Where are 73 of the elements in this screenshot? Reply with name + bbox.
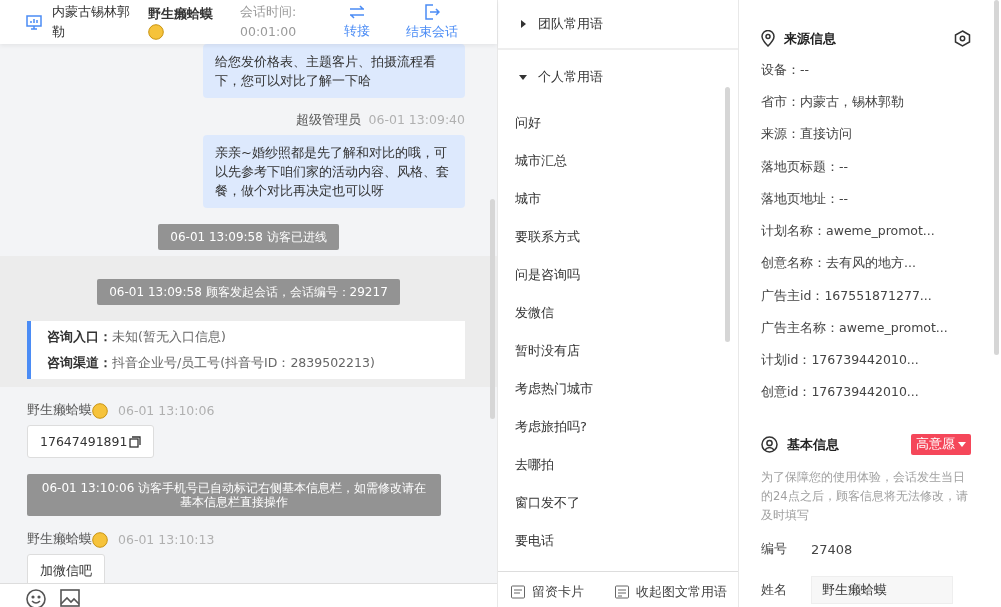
lead-card-button[interactable]: 留资卡片 bbox=[509, 584, 584, 600]
message-time: 06-01 13:10:06 bbox=[118, 403, 215, 418]
session-time: 00:01:00 bbox=[240, 23, 298, 41]
info-row-text: 创意id：176739442010... bbox=[761, 383, 920, 402]
info-row-text: 计划名称：aweme_promot... bbox=[761, 222, 936, 241]
phrase-group-header[interactable]: 个人常用语 bbox=[498, 50, 738, 104]
message-time: 06-01 13:09:40 bbox=[368, 112, 465, 129]
message-time: 06-01 13:10:13 bbox=[118, 532, 215, 547]
info-row-text: 计划id：176739442010... bbox=[761, 350, 920, 369]
sender-name: 超级管理员 bbox=[295, 112, 361, 129]
visitor-location: 内蒙古锡林郭勒 bbox=[52, 3, 131, 41]
phrase-item[interactable]: 发微信 bbox=[498, 294, 738, 332]
field-value: 27408 bbox=[811, 541, 853, 557]
emoji-icon bbox=[92, 402, 108, 419]
phrase-item[interactable]: 窗口发不了 bbox=[498, 484, 738, 522]
phrase-item[interactable]: 考虑旅拍吗? bbox=[498, 408, 738, 446]
sender-name: 野生癞蛤蟆 bbox=[27, 402, 108, 419]
phrase-item[interactable]: 要电话 bbox=[498, 522, 738, 560]
info-row-text: 省市：内蒙古，锡林郭勒 bbox=[761, 93, 905, 112]
monitor-icon bbox=[26, 14, 42, 30]
swap-icon bbox=[349, 4, 365, 19]
visitor-name: 野生癞蛤蟆 bbox=[148, 4, 224, 40]
phrase-item[interactable]: 要联系方式 bbox=[498, 218, 738, 256]
phrase-item[interactable]: 考虑热门城市 bbox=[498, 370, 738, 408]
emoji-icon bbox=[148, 24, 164, 40]
collapse-button[interactable]: 收起图文常用语 bbox=[613, 584, 727, 600]
info-row-text: 广告主id：167551871277... bbox=[761, 286, 933, 305]
system-notice: 06-01 13:09:58 访客已进线 bbox=[158, 224, 339, 250]
location-pin-icon bbox=[761, 30, 775, 48]
exit-icon bbox=[424, 3, 440, 20]
scrollbar-thumb[interactable] bbox=[725, 87, 730, 342]
system-notice: 06-01 13:09:58 顾客发起会话，会话编号：29217 bbox=[97, 279, 400, 305]
scrollbar-thumb[interactable] bbox=[994, 0, 999, 355]
phrase-item[interactable]: 问好 bbox=[498, 104, 738, 142]
info-row-text: 来源：直接访问 bbox=[761, 125, 853, 144]
phrase-group-header[interactable]: 团队常用语 bbox=[498, 0, 738, 50]
smiley-icon[interactable] bbox=[26, 589, 46, 607]
message-bubble: 17647491891 bbox=[27, 425, 155, 458]
field-label: 编号 bbox=[761, 540, 787, 559]
phrase-item[interactable]: 城市汇总 bbox=[498, 142, 738, 180]
session-time-label: 会话时间: bbox=[240, 3, 298, 21]
entry-info: 咨询渠道：抖音企业号/员工号(抖音号ID：2839502213) bbox=[47, 354, 376, 372]
section-title: 基本信息 bbox=[787, 435, 839, 454]
card-icon bbox=[509, 584, 526, 600]
message-bubble: 加微信吧 bbox=[27, 554, 105, 583]
system-notice: 06-01 13:10:06 访客手机号已自动标记右侧基本信息栏，如需修改请在基本信息栏直接操作 bbox=[27, 474, 441, 516]
caret-icon bbox=[958, 441, 966, 448]
message-bubble: 亲亲~婚纱照都是先了解和对比的哦，可以先参考下咱们家的活动内容、风格、套餐，做个对比再决定也可以呀 bbox=[203, 135, 465, 208]
notice-text: 为了保障您的使用体验，会话发生当日的24点之后，顾客信息将无法修改，请及时填写 bbox=[761, 468, 969, 524]
phrase-item[interactable]: 城市 bbox=[498, 180, 738, 218]
info-row-text: 落地页标题：-- bbox=[761, 157, 850, 176]
phrase-item[interactable]: 去哪拍 bbox=[498, 446, 738, 484]
phrase-item[interactable]: 暂时没有店 bbox=[498, 332, 738, 370]
list-icon bbox=[613, 584, 630, 600]
user-icon bbox=[761, 436, 778, 454]
scrollbar-thumb[interactable] bbox=[490, 199, 495, 419]
message-bubble: 给您发价格表、主题客片、拍摄流程看下，您可以对比了解一下哈 bbox=[203, 44, 465, 98]
settings-icon[interactable] bbox=[954, 30, 971, 48]
field-label: 姓名 bbox=[761, 581, 787, 600]
sender-name: 野生癞蛤蟆 bbox=[27, 531, 108, 548]
phrase-item[interactable]: 问是咨询吗 bbox=[498, 256, 738, 294]
image-icon[interactable] bbox=[60, 589, 80, 607]
intent-tag[interactable]: 高意愿 bbox=[911, 434, 971, 456]
info-row-text: 设备：-- bbox=[761, 60, 811, 79]
name-field[interactable]: 野生癞蛤蟆 bbox=[811, 576, 953, 605]
info-row-text: 广告主名称：aweme_promot... bbox=[761, 318, 949, 337]
copy-icon[interactable] bbox=[129, 435, 142, 448]
section-title: 来源信息 bbox=[784, 29, 836, 48]
entry-info: 咨询入口：未知(暂无入口信息) bbox=[47, 328, 227, 346]
transfer-button[interactable]: 转接 bbox=[344, 4, 370, 40]
info-row-text: 落地页地址：-- bbox=[761, 189, 850, 208]
emoji-icon bbox=[92, 531, 108, 548]
info-row-text: 创意名称：去有风的地方... bbox=[761, 254, 917, 273]
